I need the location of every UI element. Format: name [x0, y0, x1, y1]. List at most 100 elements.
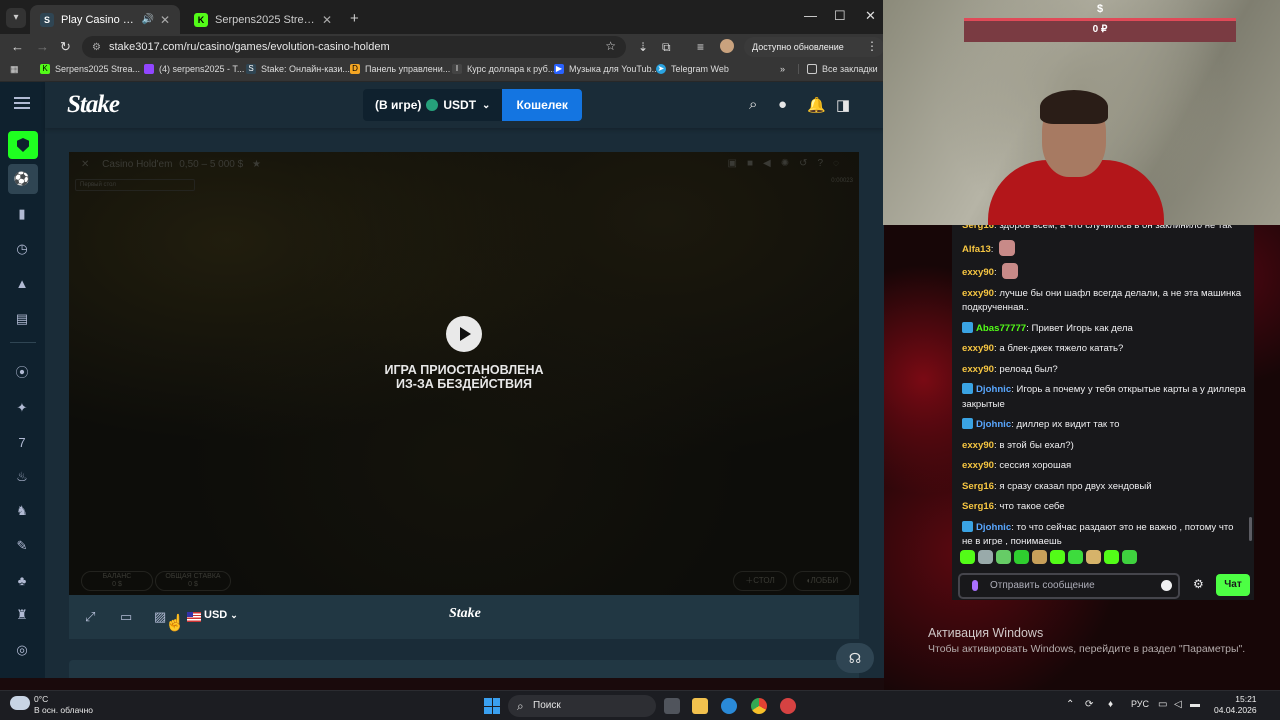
- chat-username[interactable]: exxy90: [962, 364, 994, 375]
- network-icon[interactable]: ▭: [1158, 699, 1167, 710]
- help-icon[interactable]: ?: [817, 158, 833, 169]
- chat-username[interactable]: Djohnic: [976, 522, 1011, 533]
- bookmark-item[interactable]: ➤ Telegram Web: [656, 64, 729, 74]
- emote-icon[interactable]: [1104, 550, 1119, 564]
- emote-icon[interactable]: [960, 550, 975, 564]
- expand-icon[interactable]: ⤢: [85, 609, 95, 625]
- chrome-icon[interactable]: [751, 698, 767, 714]
- site-info-icon[interactable]: ⚙: [92, 42, 101, 53]
- emote-icon[interactable]: [996, 550, 1011, 564]
- emote-icon[interactable]: [1032, 550, 1047, 564]
- close-tab-icon[interactable]: ✕: [160, 13, 170, 27]
- promotions-icon[interactable]: ⦿: [11, 362, 33, 384]
- task-view-icon[interactable]: [664, 698, 680, 714]
- close-tab-icon[interactable]: ✕: [322, 13, 332, 27]
- chat-username[interactable]: Alfa13: [962, 244, 991, 255]
- favourites-bookmark-icon[interactable]: ▮: [11, 203, 33, 225]
- bookmark-item[interactable]: ▶ Музыка для YouTub...: [554, 64, 659, 74]
- search-icon[interactable]: ⌕: [749, 96, 757, 113]
- play-resume-button[interactable]: [446, 316, 482, 352]
- wallet-button[interactable]: Кошелек: [502, 89, 582, 121]
- blackjack-icon[interactable]: ♣: [11, 570, 33, 592]
- settings-icon[interactable]: ✺: [781, 158, 799, 169]
- bookmark-item[interactable]: I Курс доллара к руб...: [452, 64, 555, 74]
- emoji-icon[interactable]: [1161, 580, 1172, 591]
- vip-icon[interactable]: ♜: [11, 604, 33, 626]
- weather-cloud-icon[interactable]: [10, 696, 30, 710]
- table-button[interactable]: ＋ СТОЛ: [733, 571, 787, 591]
- extensions-icon[interactable]: ⧉: [662, 40, 671, 55]
- chat-username[interactable]: exxy90: [962, 343, 994, 354]
- chat-icon[interactable]: ▣: [728, 158, 747, 169]
- reload-icon[interactable]: ↻: [60, 39, 71, 55]
- chat-username[interactable]: exxy90: [962, 267, 994, 278]
- game-frame[interactable]: ✕ Casino Hold'em 0,50 – 5 000 $ ★ ▣■◀✺↺?…: [69, 152, 859, 595]
- weather-widget[interactable]: 0°C В осн. облачно: [34, 694, 93, 716]
- chat-settings-gear-icon[interactable]: ⚙: [1193, 577, 1204, 591]
- bookmark-item[interactable]: D Панель управлени...: [350, 64, 450, 74]
- audio-icon[interactable]: 🔊: [141, 14, 153, 25]
- close-game-icon[interactable]: ✕: [81, 159, 89, 170]
- sound-icon[interactable]: ◀: [763, 158, 781, 169]
- recent-clock-icon[interactable]: ◷: [11, 238, 33, 260]
- game-shows-icon[interactable]: ✎: [11, 535, 33, 557]
- new-tab-button[interactable]: +: [350, 10, 359, 27]
- support-lifebuoy-icon[interactable]: ◎: [11, 639, 33, 661]
- sidebar-toggle-icon[interactable]: ◨: [836, 96, 850, 114]
- chat-send-button[interactable]: Чат: [1216, 574, 1250, 596]
- more-bookmarks-icon[interactable]: »: [780, 64, 785, 74]
- user-icon[interactable]: ●: [778, 96, 787, 113]
- chat-scrollbar[interactable]: [1249, 517, 1252, 541]
- close-window-icon[interactable]: ✕: [865, 8, 876, 24]
- maximize-icon[interactable]: ☐: [834, 8, 846, 24]
- emote-icon[interactable]: [1050, 550, 1065, 564]
- tray-mic-icon[interactable]: ♦: [1108, 699, 1113, 710]
- wallet-widget[interactable]: (В игре) USDT ⌄ Кошелек: [363, 89, 582, 121]
- volume-icon[interactable]: ◁: [1174, 699, 1182, 710]
- live-casino-icon[interactable]: ♞: [11, 500, 33, 522]
- new-releases-sparkle-icon[interactable]: ✦: [11, 397, 33, 419]
- menu-icon[interactable]: ⋮: [866, 39, 878, 53]
- bookmark-star-icon[interactable]: ☆: [605, 39, 616, 53]
- bookmark-item[interactable]: (4) serpens2025 - T...: [144, 64, 244, 74]
- history-icon[interactable]: ↺: [799, 158, 817, 169]
- casino-shield-icon[interactable]: [8, 131, 38, 159]
- lobby-button[interactable]: ◖ ЛОББИ: [793, 571, 851, 591]
- apps-icon[interactable]: ▦: [10, 64, 19, 75]
- menu-burger-icon[interactable]: [14, 97, 30, 109]
- back-icon[interactable]: ←: [11, 39, 24, 54]
- challenges-icon[interactable]: ▲: [11, 273, 33, 295]
- tray-sync-icon[interactable]: ⟳: [1085, 699, 1093, 710]
- emote-icon[interactable]: [1086, 550, 1101, 564]
- chat-username[interactable]: Serg16: [962, 481, 994, 492]
- chat-message-input[interactable]: Отправить сообщение: [958, 573, 1180, 599]
- minimize-icon[interactable]: —: [804, 8, 817, 23]
- all-bookmarks[interactable]: Все закладки: [798, 64, 878, 74]
- slots-777-icon[interactable]: 7: [11, 432, 33, 454]
- chrome-update-button[interactable]: Доступно обновление Chrome: [744, 37, 884, 72]
- system-clock[interactable]: 15:21 04.04.2026: [1214, 694, 1257, 716]
- address-bar[interactable]: ⚙ stake3017.com/ru/casino/games/evolutio…: [82, 36, 626, 58]
- app-red-icon[interactable]: [780, 698, 796, 714]
- tray-overflow-icon[interactable]: ⌃: [1066, 699, 1074, 710]
- tab-stake[interactable]: S Play Casino Hold'em by Evo 🔊 ✕: [30, 5, 180, 34]
- profile-avatar[interactable]: [720, 39, 734, 53]
- language-indicator[interactable]: РУС: [1131, 699, 1149, 709]
- taskbar-search[interactable]: Поиск: [508, 695, 656, 717]
- forward-icon[interactable]: →: [36, 39, 49, 54]
- stake-logo[interactable]: Stake: [67, 91, 120, 119]
- chat-username[interactable]: exxy90: [962, 288, 994, 299]
- notifications-bell-icon[interactable]: 🔔: [807, 96, 826, 114]
- battery-icon[interactable]: ▬: [1190, 699, 1200, 710]
- live-support-headset-icon[interactable]: ☊: [836, 643, 874, 673]
- emote-icon[interactable]: [1068, 550, 1083, 564]
- chat-username[interactable]: exxy90: [962, 460, 994, 471]
- download-icon[interactable]: ⇣: [638, 40, 648, 54]
- microphone-icon[interactable]: [972, 580, 978, 591]
- hot-fire-icon[interactable]: ♨: [11, 466, 33, 488]
- edge-icon[interactable]: [721, 698, 737, 714]
- chat-username[interactable]: Serg16: [962, 225, 994, 231]
- emote-icon[interactable]: [978, 550, 993, 564]
- tab-kick-stream[interactable]: K Serpens2025 Stream - Watch L ✕: [184, 5, 342, 34]
- chat-username[interactable]: exxy90: [962, 440, 994, 451]
